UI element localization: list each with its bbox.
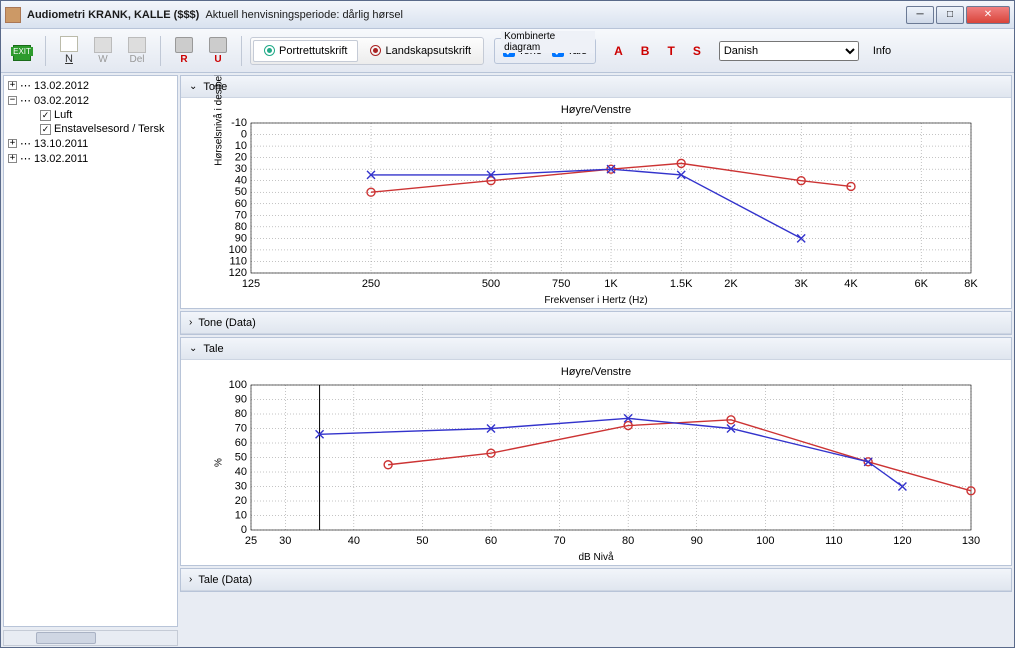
- combined-diagram-group: Kombinerte diagram Tone Tale: [494, 38, 596, 64]
- svg-text:100: 100: [756, 535, 774, 547]
- svg-text:60: 60: [235, 437, 247, 449]
- tree-node[interactable]: +⋯13.10.2011: [6, 136, 175, 151]
- svg-text:1.5K: 1.5K: [670, 278, 693, 290]
- main-panels: ⌄Tone Høyre/Venstre Hørselsnivå i desibe…: [180, 75, 1012, 627]
- app-icon: [5, 7, 21, 23]
- tree-node[interactable]: Luft: [6, 108, 175, 122]
- svg-text:40: 40: [235, 175, 247, 187]
- svg-text:40: 40: [348, 535, 360, 547]
- svg-text:750: 750: [552, 278, 570, 290]
- w-button[interactable]: W: [88, 33, 118, 69]
- svg-text:90: 90: [235, 394, 247, 406]
- svg-text:30: 30: [235, 481, 247, 493]
- tone-data-header[interactable]: ›Tone (Data): [181, 312, 1011, 334]
- tree-node[interactable]: +⋯13.02.2012: [6, 78, 175, 93]
- s-button[interactable]: S: [693, 44, 701, 58]
- b-button[interactable]: B: [641, 44, 650, 58]
- svg-text:20: 20: [235, 152, 247, 164]
- svg-text:30: 30: [279, 535, 291, 547]
- tone-data-panel: ›Tone (Data): [180, 311, 1012, 335]
- svg-text:10: 10: [235, 510, 247, 522]
- close-button[interactable]: ✕: [966, 6, 1010, 24]
- svg-text:70: 70: [235, 423, 247, 435]
- svg-text:70: 70: [235, 209, 247, 221]
- delete-button[interactable]: Del: [122, 33, 152, 69]
- portrait-radio[interactable]: Portrettutskrift: [253, 40, 358, 62]
- titlebar[interactable]: Audiometri KRANK, KALLE ($$$) Aktuell he…: [1, 1, 1014, 29]
- tree-node[interactable]: −⋯03.02.2012: [6, 93, 175, 108]
- svg-text:-10: -10: [231, 118, 247, 129]
- svg-text:70: 70: [553, 535, 565, 547]
- svg-text:125: 125: [242, 278, 260, 290]
- svg-text:90: 90: [235, 232, 247, 244]
- svg-text:250: 250: [362, 278, 380, 290]
- tale-chart: Høyre/Venstre % 253040506070809010011012…: [181, 360, 1011, 565]
- tale-data-header[interactable]: ›Tale (Data): [181, 569, 1011, 591]
- print-u-button[interactable]: U: [203, 33, 233, 69]
- svg-text:60: 60: [235, 198, 247, 210]
- minimize-button[interactable]: ─: [906, 6, 934, 24]
- date-tree[interactable]: +⋯13.02.2012 −⋯03.02.2012 Luft Enstavels…: [3, 75, 178, 627]
- svg-text:50: 50: [416, 535, 428, 547]
- exit-button[interactable]: EXIT: [7, 33, 37, 69]
- window-title: Audiometri KRANK, KALLE ($$$) Aktuell he…: [27, 9, 906, 21]
- language-select[interactable]: Danish: [719, 41, 859, 61]
- svg-text:1K: 1K: [604, 278, 618, 290]
- a-button[interactable]: A: [614, 44, 623, 58]
- svg-text:110: 110: [825, 535, 843, 547]
- tale-panel: ⌄Tale Høyre/Venstre % 253040506070809010…: [180, 337, 1012, 566]
- svg-text:120: 120: [229, 267, 247, 279]
- tale-header[interactable]: ⌄Tale: [181, 338, 1011, 360]
- new-button[interactable]: N: [54, 33, 84, 69]
- t-button[interactable]: T: [667, 44, 674, 58]
- svg-text:100: 100: [229, 380, 247, 391]
- svg-text:8K: 8K: [964, 278, 978, 290]
- tree-node[interactable]: +⋯13.02.2011: [6, 151, 175, 166]
- svg-text:4K: 4K: [844, 278, 858, 290]
- tree-node[interactable]: Enstavelsesord / Tersk: [6, 122, 175, 136]
- svg-text:120: 120: [893, 535, 911, 547]
- svg-text:0: 0: [241, 129, 247, 141]
- svg-text:30: 30: [235, 163, 247, 175]
- toolbar: EXIT N W Del R U Portrettutskrift Landsk…: [1, 29, 1014, 73]
- maximize-button[interactable]: □: [936, 6, 964, 24]
- svg-text:50: 50: [235, 186, 247, 198]
- svg-text:90: 90: [691, 535, 703, 547]
- svg-text:60: 60: [485, 535, 497, 547]
- svg-text:0: 0: [241, 524, 247, 536]
- tone-panel: ⌄Tone Høyre/Venstre Hørselsnivå i desibe…: [180, 75, 1012, 309]
- svg-text:110: 110: [229, 255, 247, 267]
- svg-text:25: 25: [245, 535, 257, 547]
- abts-buttons: A B T S: [614, 44, 701, 58]
- orientation-group: Portrettutskrift Landskapsutskrift: [250, 37, 484, 65]
- statusbar: [1, 629, 1014, 647]
- svg-text:130: 130: [962, 535, 980, 547]
- svg-text:20: 20: [235, 495, 247, 507]
- svg-text:3K: 3K: [794, 278, 808, 290]
- svg-text:2K: 2K: [724, 278, 738, 290]
- svg-text:80: 80: [622, 535, 634, 547]
- svg-text:80: 80: [235, 408, 247, 420]
- tree-hscroll[interactable]: [3, 630, 178, 646]
- svg-text:80: 80: [235, 221, 247, 233]
- landscape-radio[interactable]: Landskapsutskrift: [360, 41, 481, 61]
- tone-header[interactable]: ⌄Tone: [181, 76, 1011, 98]
- svg-text:10: 10: [235, 140, 247, 152]
- tale-data-panel: ›Tale (Data): [180, 568, 1012, 592]
- tone-chart: Høyre/Venstre Hørselsnivå i desibel (dB)…: [181, 98, 1011, 308]
- svg-text:40: 40: [235, 466, 247, 478]
- app-window: Audiometri KRANK, KALLE ($$$) Aktuell he…: [0, 0, 1015, 648]
- svg-text:6K: 6K: [914, 278, 928, 290]
- svg-text:50: 50: [235, 452, 247, 464]
- info-button[interactable]: Info: [873, 45, 891, 57]
- svg-text:500: 500: [482, 278, 500, 290]
- print-r-button[interactable]: R: [169, 33, 199, 69]
- svg-text:100: 100: [229, 244, 247, 256]
